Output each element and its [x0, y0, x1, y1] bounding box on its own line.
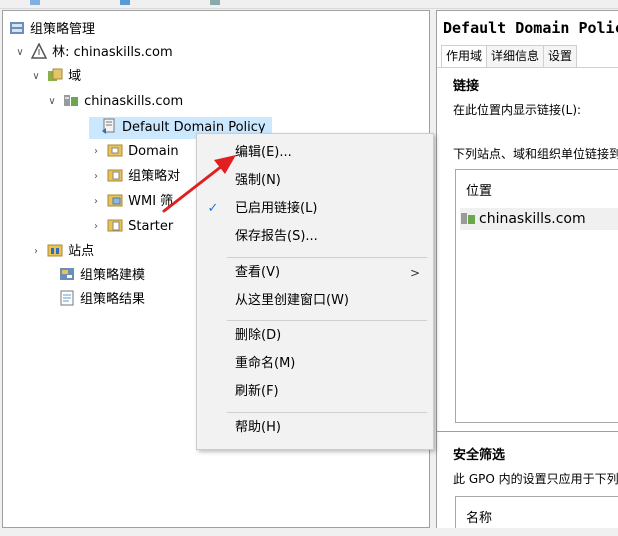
- tree-item-label: 组策略结果: [80, 292, 146, 307]
- tab-divider: [437, 67, 618, 68]
- chevron-right-icon: >: [409, 266, 420, 280]
- menu-item-label: 强制(N): [235, 173, 281, 188]
- tree-item-label: 组策略建模: [80, 268, 146, 283]
- modeling-icon: [59, 266, 75, 282]
- chevron-right-icon[interactable]: ›: [89, 141, 103, 163]
- tree-item-label: 域: [68, 69, 82, 84]
- chevron-right-icon[interactable]: ›: [89, 216, 103, 238]
- tab-settings[interactable]: 设置: [543, 45, 578, 67]
- tree-item-gpm-root[interactable]: 组策略管理: [9, 19, 95, 41]
- location-value: chinaskills.com: [479, 211, 586, 227]
- toolbar-help-icon[interactable]: [210, 0, 220, 5]
- domain-icon: [63, 92, 79, 108]
- menu-item-label: 查看(V): [235, 265, 281, 280]
- chevron-down-icon[interactable]: ∨: [45, 91, 59, 113]
- menu-item-help[interactable]: 帮助(H): [197, 415, 433, 441]
- tree-item-sites[interactable]: › 站点: [29, 241, 94, 263]
- tree-item-wmi-filters[interactable]: › WMI 筛: [89, 191, 173, 213]
- menu-item-label: 从这里创建窗口(W): [235, 293, 349, 308]
- menu-separator: [227, 320, 427, 321]
- linked-description: 下列站点、域和组织单位链接到此 GPO:: [453, 147, 618, 161]
- menu-item-label: 删除(D): [235, 328, 282, 343]
- chevron-right-icon[interactable]: ›: [89, 191, 103, 213]
- tree-item-gp-results[interactable]: 组策略结果: [59, 289, 145, 311]
- tab-scope[interactable]: 作用域: [441, 45, 488, 67]
- chevron-down-icon[interactable]: ∨: [29, 66, 43, 88]
- menu-separator: [227, 412, 427, 413]
- menu-item-edit[interactable]: 编辑(E)...: [197, 140, 433, 166]
- gpo-title: Default Domain Policy: [443, 19, 618, 37]
- chevron-right-icon[interactable]: ›: [29, 241, 43, 263]
- location-column-header[interactable]: 位置: [466, 180, 492, 199]
- tree-item-label: 站点: [68, 244, 95, 259]
- tree-item-label: Domain: [128, 144, 179, 159]
- starter-folder-icon: [107, 217, 123, 233]
- menu-item-label: 保存报告(S)...: [235, 229, 318, 244]
- tree-item-forest[interactable]: ∨ 林: chinaskills.com: [13, 42, 173, 64]
- chevron-right-icon[interactable]: ›: [89, 166, 103, 188]
- chevron-down-icon[interactable]: ∨: [13, 42, 27, 64]
- gpm-icon: [9, 20, 25, 36]
- security-header: 安全筛选: [453, 448, 506, 463]
- sites-icon: [47, 242, 63, 258]
- domains-icon: [47, 67, 63, 83]
- tree-item-gpo-objects[interactable]: › 组策略对: [89, 166, 180, 188]
- menu-item-label: 帮助(H): [235, 420, 281, 435]
- menu-item-label: 已启用链接(L): [235, 201, 318, 216]
- security-filtering-section: 安全筛选 此 GPO 内的设置只应用于下列组、用户和计算机: 名称: [437, 431, 618, 528]
- tree-item-starter-gpos[interactable]: › Starter: [89, 216, 173, 238]
- details-pane: Default Domain Policy 作用域 详细信息 设置 链接 在此位置内…: [436, 10, 618, 528]
- menu-item-label: 刷新(F): [235, 384, 279, 399]
- context-menu: 编辑(E)... 强制(N) ✓ 已启用链接(L) 保存报告(S)... 查看(…: [196, 133, 434, 450]
- gpo-folder-icon: [107, 167, 123, 183]
- results-icon: [59, 290, 75, 306]
- tree-item-gp-modeling[interactable]: 组策略建模: [59, 265, 145, 287]
- menu-item-enforce[interactable]: 强制(N): [197, 168, 433, 194]
- tree-item-label: WMI 筛: [128, 194, 174, 209]
- tree-item-label: Starter: [128, 219, 174, 234]
- toolbar-back-icon[interactable]: [30, 0, 40, 5]
- show-links-label: 在此位置内显示链接(L):: [453, 103, 582, 117]
- links-list[interactable]: 位置 chinaskills.com: [455, 169, 618, 423]
- tab-strip: 作用域 详细信息 设置: [441, 45, 618, 67]
- ou-icon: [107, 142, 123, 158]
- name-column-header[interactable]: 名称: [466, 507, 492, 526]
- menu-item-refresh[interactable]: 刷新(F): [197, 379, 433, 405]
- tree-item-label: 组策略对: [128, 169, 181, 184]
- menu-item-label: 编辑(E)...: [235, 145, 292, 160]
- tree-item-domain-controllers[interactable]: › Domain: [89, 141, 179, 163]
- menu-item-delete[interactable]: 删除(D): [197, 323, 433, 349]
- links-header: 链接: [453, 79, 480, 94]
- security-description: 此 GPO 内的设置只应用于下列组、用户和计算机:: [453, 472, 618, 486]
- menu-item-new-window[interactable]: 从这里创建窗口(W): [197, 288, 433, 314]
- gpo-link-icon: [101, 118, 117, 134]
- menu-item-view[interactable]: 查看(V) >: [197, 260, 433, 286]
- toolbar-console-icon[interactable]: [120, 0, 130, 5]
- forest-icon: [30, 42, 48, 59]
- check-icon: ✓: [207, 201, 219, 216]
- list-item[interactable]: chinaskills.com: [460, 208, 618, 230]
- toolbar-strip: [0, 0, 618, 9]
- tree-item-domain[interactable]: ∨ chinaskills.com: [45, 91, 183, 113]
- tree-item-label: 林: chinaskills.com: [52, 45, 173, 60]
- menu-item-rename[interactable]: 重命名(M): [197, 351, 433, 377]
- tree-item-label: chinaskills.com: [84, 94, 184, 109]
- menu-item-label: 重命名(M): [235, 356, 296, 371]
- tree-item-label: 组策略管理: [30, 22, 96, 37]
- wmi-folder-icon: [107, 192, 123, 208]
- domain-icon: [460, 210, 476, 226]
- menu-item-save-report[interactable]: 保存报告(S)...: [197, 224, 433, 250]
- tab-details[interactable]: 详细信息: [486, 45, 545, 67]
- security-list[interactable]: 名称: [455, 496, 618, 528]
- menu-item-link-enabled[interactable]: ✓ 已启用链接(L): [197, 196, 433, 222]
- menu-separator: [227, 257, 427, 258]
- tree-item-domains[interactable]: ∨ 域: [29, 66, 81, 88]
